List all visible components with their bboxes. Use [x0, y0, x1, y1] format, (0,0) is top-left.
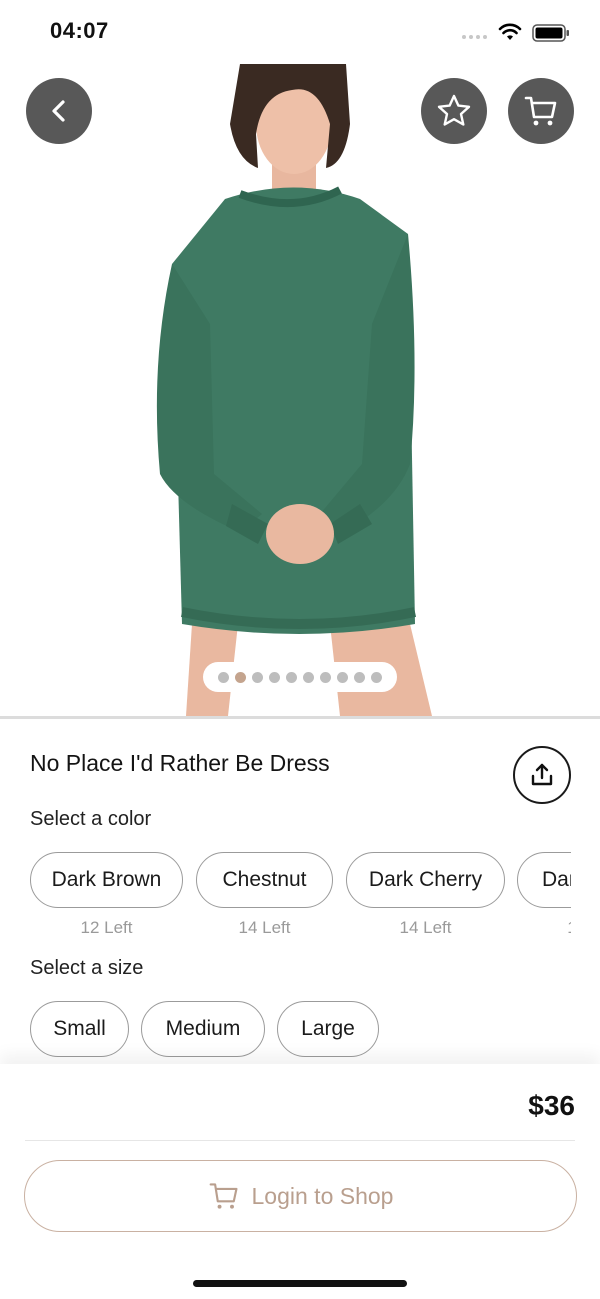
share-button[interactable]: [513, 746, 571, 804]
size-section-label: Select a size: [30, 957, 144, 979]
pager-dot[interactable]: [286, 671, 297, 683]
pager-dot[interactable]: [354, 671, 365, 683]
wifi-icon: [498, 23, 522, 40]
stock-count: 12 Left: [80, 918, 133, 937]
stock-count: 14 Left: [238, 918, 291, 937]
chevron-left-icon: [52, 100, 65, 122]
pager-dot[interactable]: [320, 671, 331, 683]
pager-dot[interactable]: [269, 671, 280, 683]
pager-dot[interactable]: [252, 671, 263, 683]
home-indicator: [193, 1280, 407, 1287]
divider: [25, 1140, 575, 1141]
color-chip-dark-cherry[interactable]: Dark Cherry: [346, 852, 505, 908]
share-upload-icon: [531, 763, 553, 786]
size-chip-small[interactable]: Small: [30, 1001, 129, 1057]
color-options[interactable]: Dark Brown Chestnut Dark Cherry Dark 12 …: [0, 840, 571, 940]
checkout-panel: $36 Login to Shop: [0, 1064, 600, 1299]
color-section-label: Select a color: [30, 808, 152, 830]
cart-button[interactable]: [508, 78, 574, 144]
stock-count: 14 Left: [399, 918, 452, 937]
favorite-button[interactable]: [421, 78, 487, 144]
star-outline-icon: [437, 94, 471, 126]
size-chip-large[interactable]: Large: [277, 1001, 379, 1057]
image-pager[interactable]: [203, 662, 397, 692]
stock-count: 1: [517, 918, 571, 938]
price: $36: [528, 1090, 575, 1121]
divider: [0, 716, 600, 719]
color-chip-dark-partial[interactable]: Dark: [517, 852, 571, 908]
pager-dot[interactable]: [303, 671, 314, 683]
size-chip-medium[interactable]: Medium: [141, 1001, 265, 1057]
color-chip-chestnut[interactable]: Chestnut: [196, 852, 333, 908]
status-bar: 04:07: [0, 0, 600, 64]
pager-dot[interactable]: [218, 671, 229, 683]
cart-icon: [524, 96, 557, 126]
cart-icon: [209, 1183, 238, 1209]
product-photo: [156, 64, 432, 716]
status-time: 04:07: [50, 18, 109, 43]
battery-icon: [532, 24, 569, 42]
pager-dot[interactable]: [371, 671, 382, 683]
login-button-label: Login to Shop: [251, 1182, 394, 1209]
back-button[interactable]: [26, 78, 92, 144]
pager-dot-active[interactable]: [235, 671, 246, 683]
product-image-carousel[interactable]: [0, 64, 600, 716]
color-chip-dark-brown[interactable]: Dark Brown: [30, 852, 183, 908]
pager-dot[interactable]: [337, 671, 348, 683]
product-title: No Place I'd Rather Be Dress: [30, 750, 330, 776]
login-to-shop-button[interactable]: Login to Shop: [24, 1160, 577, 1232]
cellular-signal-icon: [462, 35, 487, 39]
